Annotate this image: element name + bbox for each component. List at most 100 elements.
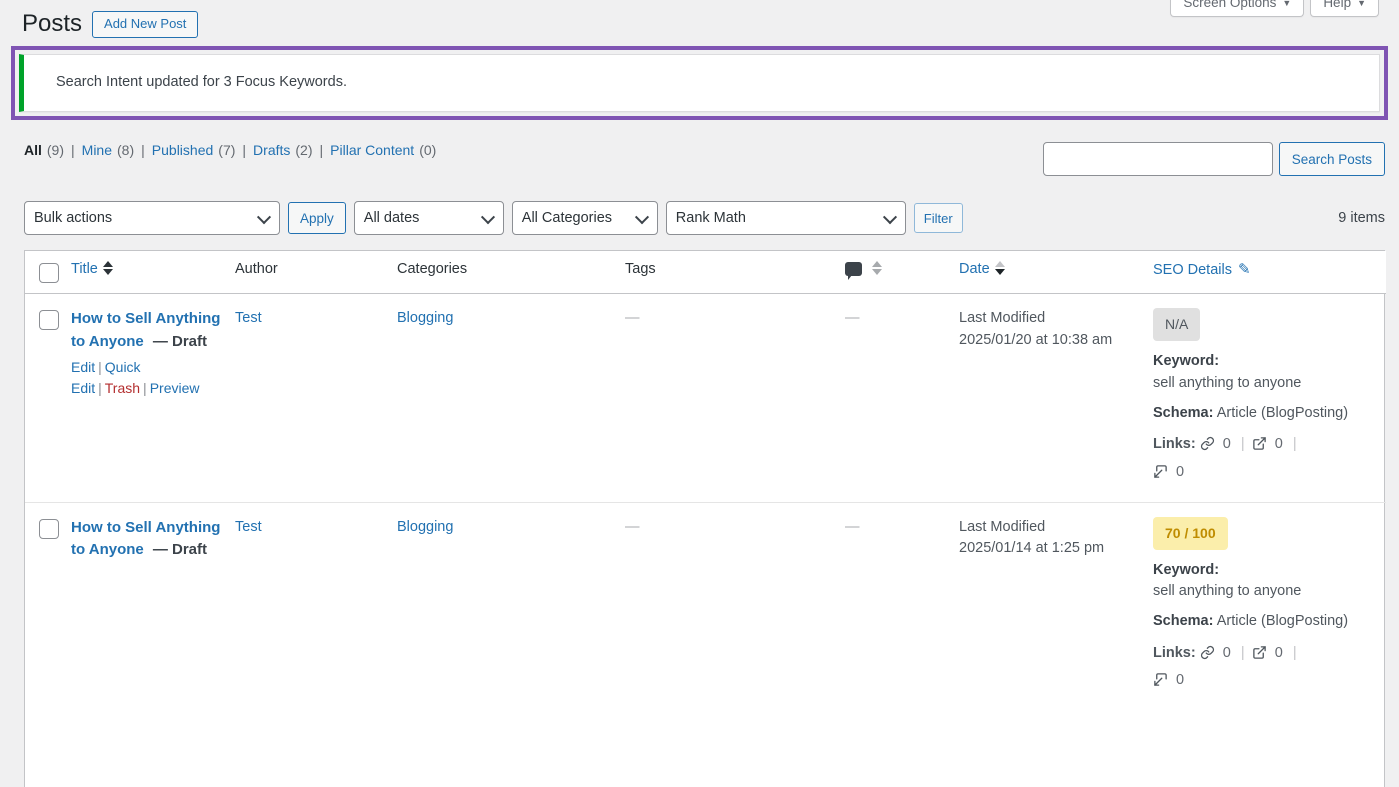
filter-button[interactable]: Filter [913, 203, 963, 233]
comments-icon [845, 262, 862, 281]
chevron-down-icon: ▼ [1357, 0, 1366, 8]
divider: | [1292, 436, 1297, 453]
views-filter-links: All (9) | Mine (8) | Published (7) | Dra… [24, 142, 436, 158]
cell-seo-details: N/A Keyword: sell anything to anyone Sch… [1153, 294, 1386, 503]
row-checkbox[interactable] [39, 310, 59, 330]
table-row: How to Sell Anything to Anyone — Draft T… [25, 501, 1386, 711]
view-label-all: All [24, 142, 42, 158]
date-label: Last Modified [959, 310, 1046, 326]
date-filter-select[interactable]: All dates [353, 201, 504, 235]
seo-schema-value: Article (BlogPosting) [1216, 404, 1349, 421]
row-action-trash[interactable]: Trash [105, 380, 140, 396]
divider: | [1292, 644, 1297, 661]
sort-indicator-icon [872, 261, 882, 276]
column-label-categories: Categories [397, 261, 468, 277]
search-posts-button[interactable]: Search Posts [1278, 142, 1385, 176]
view-count-pillar-content: (0) [419, 142, 437, 158]
cell-date: Last Modified 2025/01/14 at 1:25 pm [959, 501, 1153, 711]
help-button[interactable]: Help ▼ [1310, 0, 1379, 17]
cell-author: Test [235, 501, 397, 711]
column-header-date[interactable]: Date [959, 251, 1153, 294]
sort-indicator-desc-icon [994, 261, 1005, 276]
tags-empty: — [625, 310, 640, 326]
divider: | [71, 142, 75, 158]
view-count-all: (9) [46, 142, 65, 158]
seo-keyword-label: Keyword: [1153, 561, 1220, 578]
view-link-all[interactable]: All [24, 142, 42, 158]
add-new-post-button[interactable]: Add New Post [92, 10, 199, 39]
table-row: How to Sell Anything to Anyone — Draft E… [25, 294, 1386, 503]
seo-schema: Schema: Article (BlogPosting) [1153, 403, 1376, 425]
external-links-count: 0 [1274, 644, 1283, 661]
view-link-drafts[interactable]: Drafts [253, 142, 290, 158]
author-link[interactable]: Test [235, 519, 262, 535]
seo-keyword-value: sell anything to anyone [1153, 583, 1302, 600]
row-action-preview[interactable]: Preview [150, 380, 200, 396]
column-header-tags: Tags [625, 251, 845, 294]
screen-options-button[interactable]: Screen Options ▼ [1170, 0, 1305, 17]
row-checkbox[interactable] [39, 518, 59, 539]
row-select-cell [25, 294, 71, 503]
view-link-pillar-content[interactable]: Pillar Content [330, 142, 414, 158]
column-header-categories: Categories [397, 251, 625, 294]
date-value: 2025/01/20 at 10:38 am [959, 331, 1113, 348]
table-navigation-top: Bulk actions Apply All dates All Categor… [24, 201, 1385, 235]
divider: | [1240, 644, 1245, 661]
seo-links: Links: 0 | 0 | 0 [1153, 641, 1376, 696]
bulk-actions-select[interactable]: Bulk actions [24, 201, 280, 235]
notice-message: Search Intent updated for 3 Focus Keywor… [56, 74, 347, 91]
sort-date-link[interactable]: Date [959, 261, 990, 277]
seo-links-label: Links: [1153, 436, 1196, 453]
cell-comments: — [845, 501, 959, 711]
view-link-mine[interactable]: Mine [82, 142, 112, 158]
row-actions: Edit | Quick Edit | Trash | Preview [71, 358, 200, 396]
row-select-cell [25, 501, 71, 711]
screen-options-label: Screen Options [1183, 0, 1277, 10]
divider: | [242, 142, 247, 158]
tags-empty: — [625, 518, 640, 535]
page-title: Posts [22, 10, 83, 37]
seo-schema-label: Schema: [1153, 404, 1214, 421]
notice-highlight-outline: Search Intent updated for 3 Focus Keywor… [11, 46, 1388, 120]
column-header-comments[interactable] [845, 251, 959, 294]
date-value: 2025/01/14 at 1:25 pm [959, 540, 1105, 557]
post-state: — Draft [152, 541, 207, 559]
cell-seo-details: 70 / 100 Keyword: sell anything to anyon… [1153, 501, 1386, 711]
apply-button[interactable]: Apply [288, 202, 346, 234]
view-count-published: (7) [218, 142, 236, 158]
divider: | [319, 142, 324, 158]
author-link[interactable]: Test [235, 310, 262, 326]
edit-pencil-icon[interactable]: ✎ [1238, 260, 1251, 278]
posts-table-container: Title Author Categories Tags Date SEO De… [24, 250, 1386, 787]
category-link[interactable]: Blogging [397, 310, 453, 326]
external-link-icon [1252, 435, 1267, 460]
external-link-icon [1252, 644, 1267, 669]
incoming-link-icon [1153, 671, 1168, 696]
view-count-drafts: (2) [295, 142, 313, 158]
search-form: Search Posts [1042, 142, 1385, 176]
chevron-down-icon: ▼ [1282, 0, 1292, 8]
column-header-title[interactable]: Title [71, 251, 235, 294]
seo-schema-value: Article (BlogPosting) [1216, 613, 1349, 630]
seo-schema: Schema: Article (BlogPosting) [1153, 611, 1376, 633]
cell-categories: Blogging [397, 294, 625, 503]
seo-links-label: Links: [1153, 644, 1196, 661]
rank-math-filter-select[interactable]: Rank Math [665, 201, 906, 235]
category-filter-select[interactable]: All Categories [511, 201, 658, 235]
divider: | [1240, 436, 1245, 453]
category-link[interactable]: Blogging [397, 519, 453, 535]
seo-keyword: Keyword: sell anything to anyone [1153, 560, 1376, 604]
column-label-author: Author [235, 261, 278, 277]
sort-title-link[interactable]: Title [71, 261, 98, 277]
column-header-seo-details: SEO Details ✎ [1153, 251, 1386, 294]
row-action-edit[interactable]: Edit [71, 359, 95, 375]
date-label: Last Modified [959, 518, 1046, 535]
incoming-link-icon [1153, 463, 1168, 488]
search-input[interactable] [1042, 142, 1273, 176]
select-all-checkbox[interactable] [39, 263, 59, 283]
internal-links-count: 0 [1222, 644, 1231, 661]
external-links-count: 0 [1274, 436, 1283, 453]
category-filter-value: All Categories [521, 210, 613, 226]
seo-schema-label: Schema: [1153, 613, 1214, 630]
view-link-published[interactable]: Published [152, 142, 214, 158]
